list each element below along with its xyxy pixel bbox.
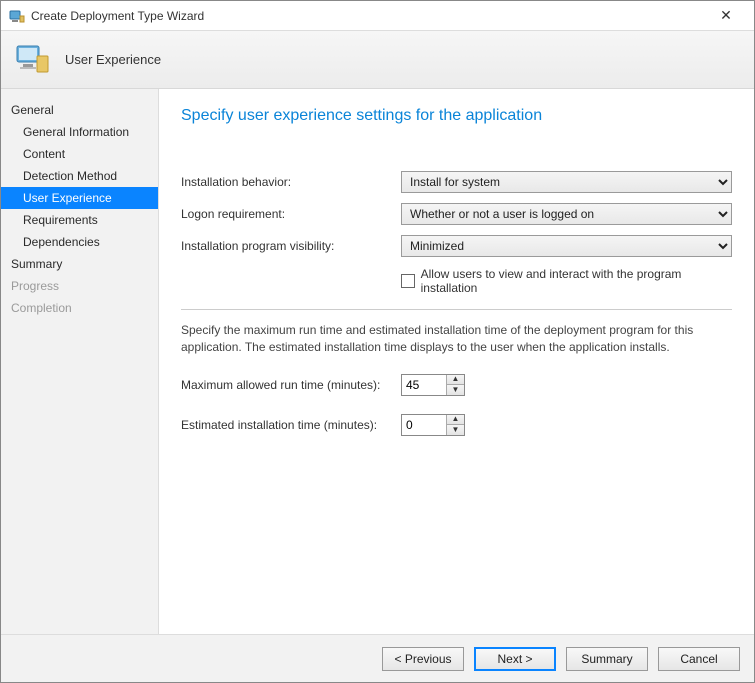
max-runtime-down-icon[interactable]: ▼ xyxy=(447,385,464,395)
max-runtime-label: Maximum allowed run time (minutes): xyxy=(181,378,401,392)
nav-group-general[interactable]: General xyxy=(1,99,158,121)
max-runtime-up-icon[interactable]: ▲ xyxy=(447,375,464,386)
close-button[interactable]: ✕ xyxy=(706,7,746,24)
est-time-input[interactable] xyxy=(402,415,446,435)
program-visibility-label: Installation program visibility: xyxy=(181,239,401,253)
nav-item-user-experience[interactable]: User Experience xyxy=(1,187,158,209)
sidebar: General General Information Content Dete… xyxy=(1,89,159,634)
nav-group-summary[interactable]: Summary xyxy=(1,253,158,275)
main-panel: Specify user experience settings for the… xyxy=(159,89,754,634)
nav-group-progress: Progress xyxy=(1,275,158,297)
titlebar: Create Deployment Type Wizard ✕ xyxy=(1,1,754,31)
est-time-up-icon[interactable]: ▲ xyxy=(447,415,464,426)
install-behavior-select[interactable]: Install for system xyxy=(401,171,732,193)
nav-group-completion: Completion xyxy=(1,297,158,319)
est-time-label: Estimated installation time (minutes): xyxy=(181,418,401,432)
max-runtime-stepper[interactable]: ▲ ▼ xyxy=(401,374,465,396)
summary-button[interactable]: Summary xyxy=(566,647,648,671)
cancel-button[interactable]: Cancel xyxy=(658,647,740,671)
time-description: Specify the maximum run time and estimat… xyxy=(181,322,721,356)
allow-interact-checkbox[interactable] xyxy=(401,274,415,288)
est-time-stepper[interactable]: ▲ ▼ xyxy=(401,414,465,436)
banner-title: User Experience xyxy=(65,52,161,67)
banner: User Experience xyxy=(1,31,754,89)
logon-requirement-label: Logon requirement: xyxy=(181,207,401,221)
max-runtime-input[interactable] xyxy=(402,375,446,395)
page-heading: Specify user experience settings for the… xyxy=(181,107,732,125)
est-time-down-icon[interactable]: ▼ xyxy=(447,425,464,435)
nav-item-dependencies[interactable]: Dependencies xyxy=(1,231,158,253)
nav-item-general-information[interactable]: General Information xyxy=(1,121,158,143)
footer: < Previous Next > Summary Cancel xyxy=(1,634,754,682)
wizard-window: Create Deployment Type Wizard ✕ User Exp… xyxy=(0,0,755,683)
install-behavior-label: Installation behavior: xyxy=(181,175,401,189)
next-button[interactable]: Next > xyxy=(474,647,556,671)
previous-button[interactable]: < Previous xyxy=(382,647,464,671)
computer-icon xyxy=(15,42,51,78)
app-icon xyxy=(9,8,25,24)
allow-interact-label: Allow users to view and interact with th… xyxy=(421,267,732,295)
nav-item-detection-method[interactable]: Detection Method xyxy=(1,165,158,187)
nav-item-requirements[interactable]: Requirements xyxy=(1,209,158,231)
divider xyxy=(181,309,732,310)
wizard-body: General General Information Content Dete… xyxy=(1,89,754,634)
logon-requirement-select[interactable]: Whether or not a user is logged on xyxy=(401,203,732,225)
program-visibility-select[interactable]: Minimized xyxy=(401,235,732,257)
window-title: Create Deployment Type Wizard xyxy=(31,9,706,23)
nav-item-content[interactable]: Content xyxy=(1,143,158,165)
